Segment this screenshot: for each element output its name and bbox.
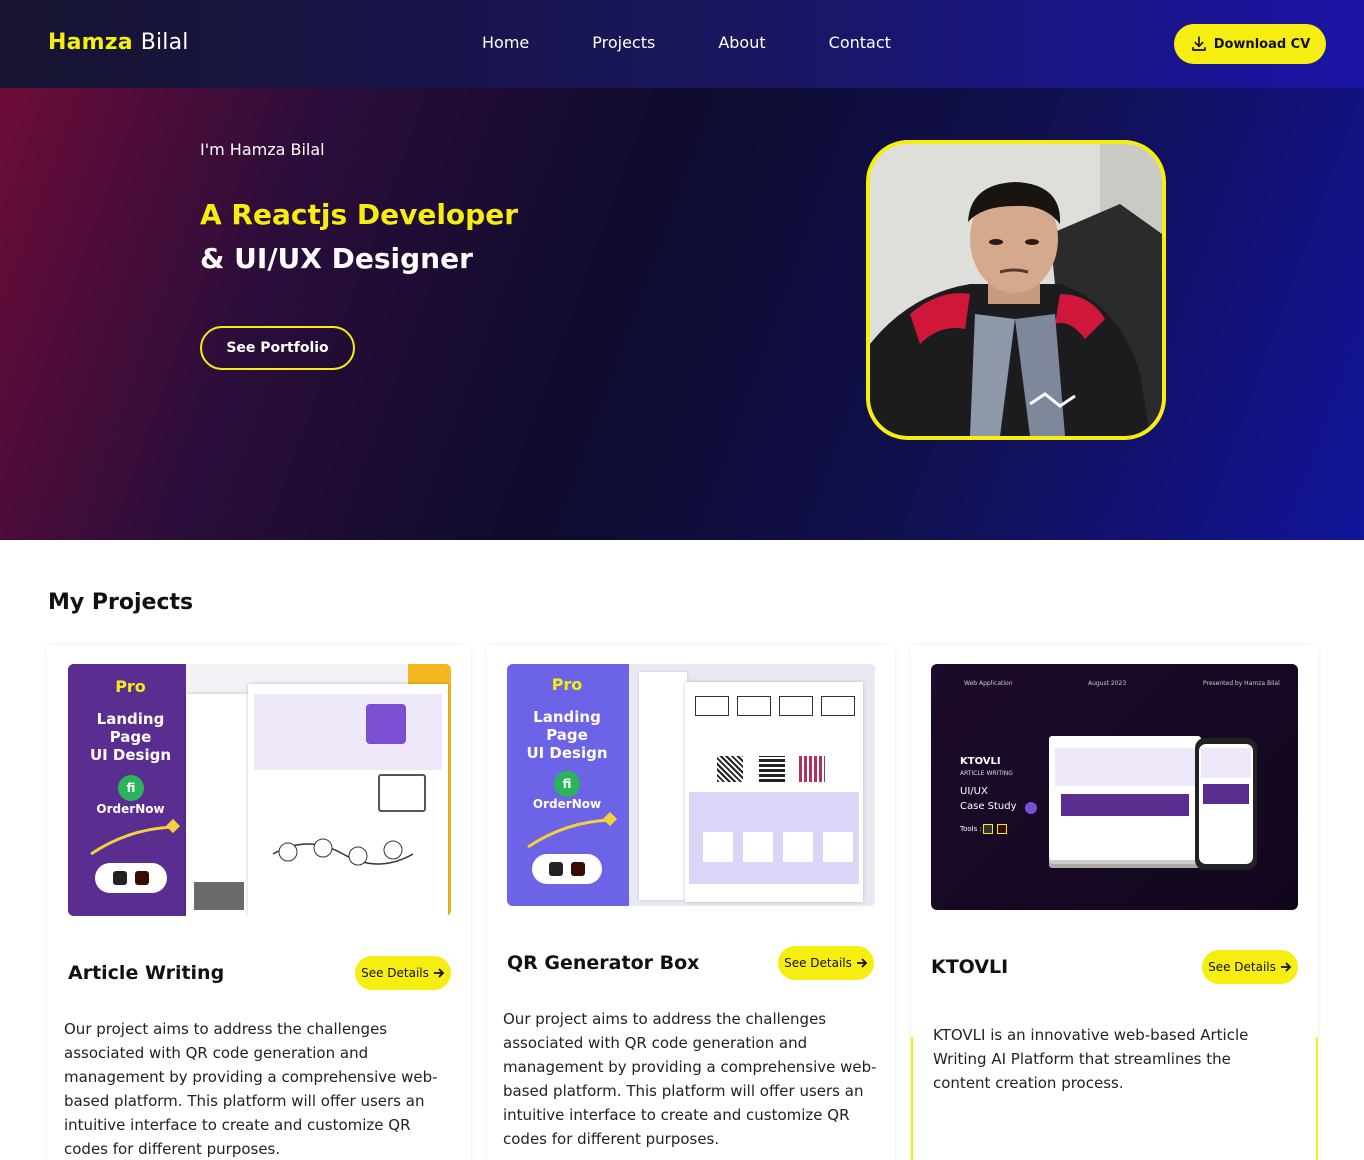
arrow-right-icon xyxy=(1280,962,1292,972)
illustrator-icon xyxy=(997,824,1007,834)
figma-icon xyxy=(549,862,563,876)
brand-logo-icon: fi xyxy=(554,771,580,797)
hero-section: I'm Hamza Bilal A Reactjs Developer & UI… xyxy=(0,88,1364,540)
thumb-tools-label: Tools : xyxy=(960,825,982,833)
profile-photo xyxy=(866,140,1166,440)
project-title: Article Writing xyxy=(68,962,225,984)
thumb-subtitle: ARTICLE WRITING xyxy=(960,770,1013,777)
thumb-line-1: Landing xyxy=(96,710,165,728)
logo-last-name: Bilal xyxy=(140,30,189,55)
curve-arrow-icon xyxy=(90,819,181,856)
thumb-brand: KTOVLI xyxy=(960,756,1001,767)
nav-link-projects[interactable]: Projects xyxy=(592,33,655,52)
download-cv-label: Download CV xyxy=(1213,36,1311,52)
curve-arrow-icon xyxy=(527,812,618,849)
download-cv-button[interactable]: Download CV xyxy=(1174,24,1326,64)
case-study-badge-icon xyxy=(1025,802,1037,814)
site-logo[interactable]: Hamza Bilal xyxy=(48,30,189,55)
project-description: KTOVLI is an innovative web-based Articl… xyxy=(933,1026,1249,1092)
nav-link-about[interactable]: About xyxy=(718,33,765,52)
tools-pill xyxy=(532,854,602,884)
thumb-line-2: Case Study xyxy=(960,801,1017,812)
thumb-line-3: UI Design xyxy=(89,746,172,764)
illustrator-icon xyxy=(135,871,149,885)
thumb-brand: OrderNow xyxy=(96,802,165,816)
thumb-top-mid: August 2023 xyxy=(1088,680,1127,687)
nav-menu: Home Projects About Contact xyxy=(482,33,891,52)
project-thumbnail[interactable]: Pro Landing Page UI Design fi OrderNow xyxy=(68,664,451,916)
thumb-line-1: UI/UX xyxy=(960,786,988,797)
illustrator-icon xyxy=(571,862,585,876)
thumb-line-2: Page xyxy=(109,728,152,746)
project-title: QR Generator Box xyxy=(507,952,700,974)
thumb-line-3: UI Design xyxy=(526,744,608,762)
figma-icon xyxy=(983,824,993,834)
project-description: Our project aims to address the challeng… xyxy=(503,1010,877,1148)
see-details-button[interactable]: See Details xyxy=(1202,950,1298,984)
thumb-brand: OrderNow xyxy=(532,797,602,811)
see-details-label: See Details xyxy=(784,956,852,970)
hero-headline-secondary: & UI/UX Designer xyxy=(200,242,473,275)
hero-intro: I'm Hamza Bilal xyxy=(200,140,325,159)
project-card-ktovli: Web Application August 2023 Presented by… xyxy=(911,645,1318,1160)
nav-link-home[interactable]: Home xyxy=(482,33,529,52)
brand-logo-icon: fi xyxy=(118,775,144,801)
project-card-article-writing: Pro Landing Page UI Design fi OrderNow A… xyxy=(47,645,471,1160)
nav-link-contact[interactable]: Contact xyxy=(829,33,891,52)
projects-section-title: My Projects xyxy=(48,590,194,615)
tools-pill xyxy=(95,863,167,893)
download-icon xyxy=(1191,36,1206,51)
see-details-label: See Details xyxy=(1208,960,1276,974)
hero-headline-primary: A Reactjs Developer xyxy=(200,198,519,231)
arrow-right-icon xyxy=(856,958,868,968)
figma-icon xyxy=(113,871,127,885)
project-card-qr-generator: Pro Landing Page UI Design fi OrderNow Q… xyxy=(487,645,895,1160)
see-details-button[interactable]: See Details xyxy=(355,956,451,990)
thumb-line-1: Landing xyxy=(533,708,601,726)
project-description: Our project aims to address the challeng… xyxy=(64,1020,438,1158)
thumb-pro-tag: Pro xyxy=(115,677,146,696)
project-thumbnail[interactable]: Web Application August 2023 Presented by… xyxy=(931,664,1298,910)
card-accent-left xyxy=(911,1037,913,1160)
see-details-button[interactable]: See Details xyxy=(778,946,874,980)
card-accent-right xyxy=(1316,1037,1318,1160)
see-details-label: See Details xyxy=(361,966,429,980)
arrow-right-icon xyxy=(433,968,445,978)
logo-first-name: Hamza xyxy=(48,30,133,55)
thumb-line-2: Page xyxy=(546,726,588,744)
project-title: KTOVLI xyxy=(931,956,1009,978)
top-navbar: Hamza Bilal Home Projects About Contact … xyxy=(0,0,1364,88)
see-portfolio-button[interactable]: See Portfolio xyxy=(200,326,355,370)
project-thumbnail[interactable]: Pro Landing Page UI Design fi OrderNow xyxy=(507,664,875,906)
thumb-pro-tag: Pro xyxy=(551,675,583,694)
thumb-top-left: Web Application xyxy=(964,680,1013,687)
thumb-top-right: Presented by Hamza Bilal xyxy=(1203,680,1280,687)
